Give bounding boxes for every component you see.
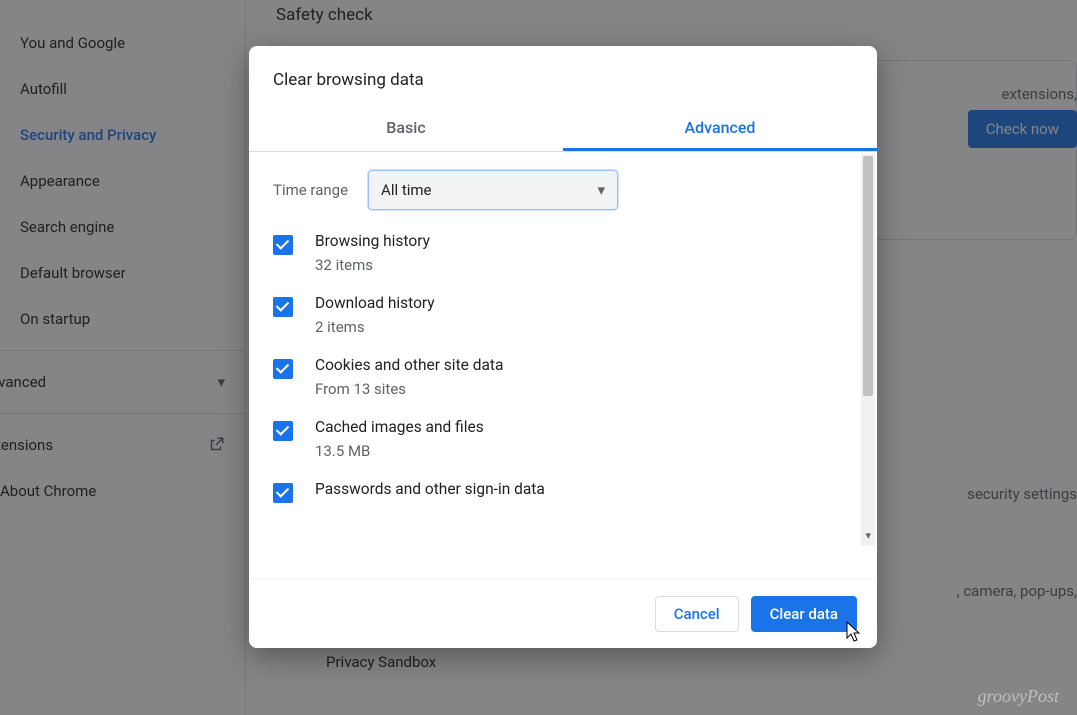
checkbox-browsing-history[interactable] bbox=[273, 235, 293, 255]
watermark: groovyPost bbox=[978, 686, 1059, 707]
option-cached[interactable]: Cached images and files 13.5 MB bbox=[273, 418, 853, 460]
cancel-button[interactable]: Cancel bbox=[655, 596, 739, 632]
dialog-tabs: Basic Advanced bbox=[249, 108, 877, 152]
time-range-value: All time bbox=[381, 181, 431, 199]
clear-options-list: Browsing history 32 items Download histo… bbox=[273, 232, 853, 503]
option-title: Cached images and files bbox=[315, 418, 484, 436]
scrollbar-down-icon[interactable]: ▾ bbox=[865, 529, 871, 542]
option-subtitle: 2 items bbox=[315, 318, 435, 336]
option-browsing-history[interactable]: Browsing history 32 items bbox=[273, 232, 853, 274]
option-passwords[interactable]: Passwords and other sign-in data bbox=[273, 480, 853, 503]
option-subtitle: 13.5 MB bbox=[315, 442, 484, 460]
chevron-down-icon: ▾ bbox=[598, 181, 606, 199]
checkbox-passwords[interactable] bbox=[273, 483, 293, 503]
dialog-scroll-area: Time range All time ▾ Browsing history 3… bbox=[249, 152, 877, 579]
checkbox-cookies[interactable] bbox=[273, 359, 293, 379]
tab-basic[interactable]: Basic bbox=[249, 108, 563, 151]
scrollbar-thumb[interactable] bbox=[863, 156, 873, 396]
dialog-scrollbar[interactable]: ▾ bbox=[861, 154, 875, 546]
tab-advanced[interactable]: Advanced bbox=[563, 108, 877, 151]
checkbox-cached[interactable] bbox=[273, 421, 293, 441]
mouse-cursor-icon bbox=[843, 620, 863, 649]
time-range-select[interactable]: All time ▾ bbox=[368, 170, 618, 210]
option-subtitle: 32 items bbox=[315, 256, 430, 274]
dialog-actions: Cancel Clear data bbox=[249, 579, 877, 648]
checkbox-download-history[interactable] bbox=[273, 297, 293, 317]
option-title: Download history bbox=[315, 294, 435, 312]
option-title: Cookies and other site data bbox=[315, 356, 503, 374]
dialog-title: Clear browsing data bbox=[249, 46, 877, 108]
time-range-label: Time range bbox=[273, 181, 348, 199]
clear-data-button[interactable]: Clear data bbox=[751, 596, 857, 632]
option-subtitle: From 13 sites bbox=[315, 380, 503, 398]
option-download-history[interactable]: Download history 2 items bbox=[273, 294, 853, 336]
option-title: Passwords and other sign-in data bbox=[315, 480, 545, 498]
option-cookies[interactable]: Cookies and other site data From 13 site… bbox=[273, 356, 853, 398]
clear-browsing-data-dialog: Clear browsing data Basic Advanced Time … bbox=[249, 46, 877, 648]
option-title: Browsing history bbox=[315, 232, 430, 250]
